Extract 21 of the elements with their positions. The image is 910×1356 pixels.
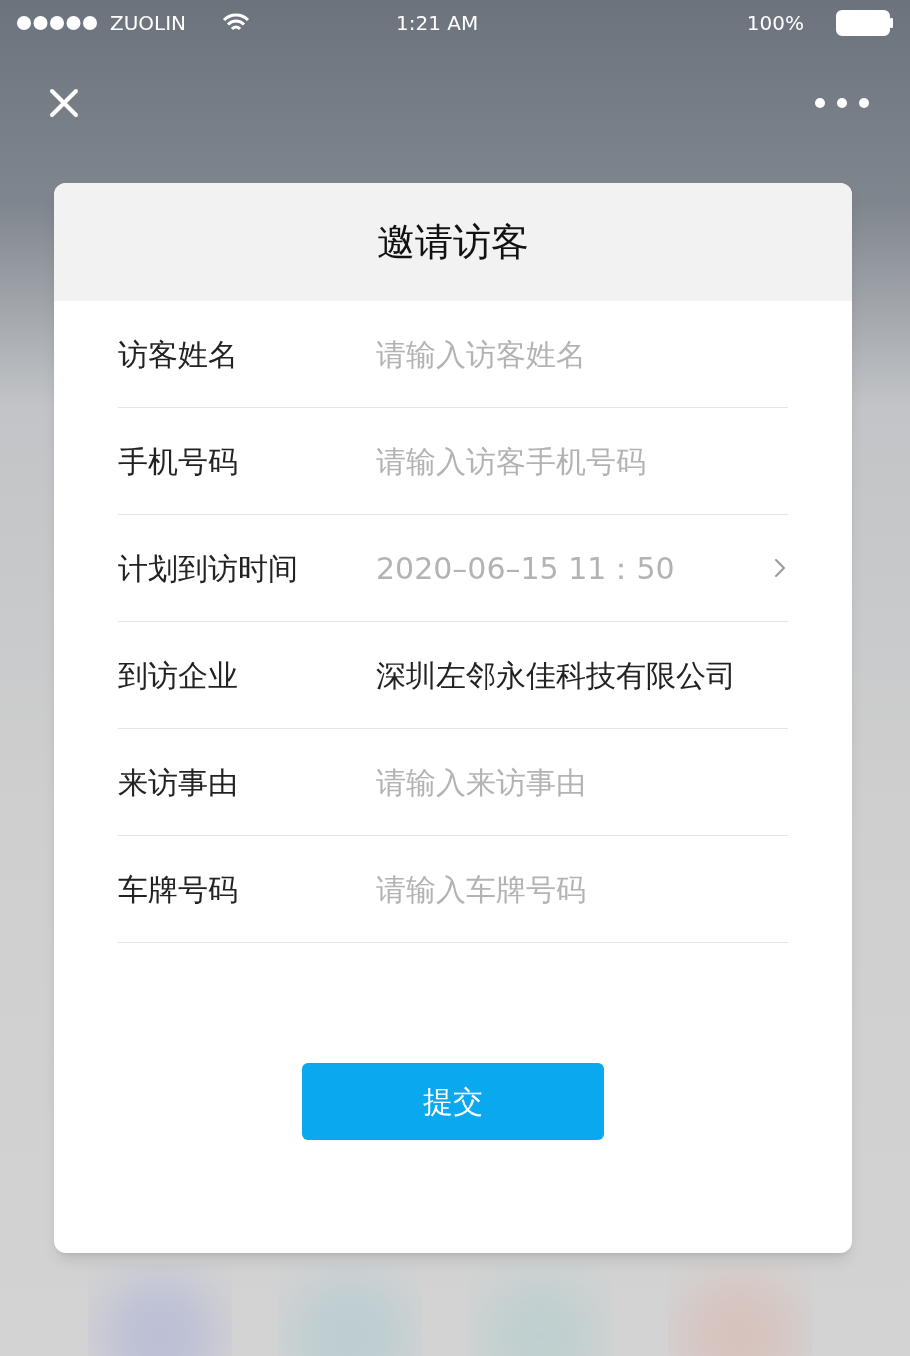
- field-label: 访客姓名: [118, 335, 239, 374]
- date-value: 2020–06–15 11：50: [376, 549, 675, 588]
- clock: 1:21 AM: [396, 9, 480, 37]
- battery-icon: [836, 9, 894, 36]
- date-picker[interactable]: 2020–06–15 11：50: [376, 545, 788, 591]
- text-field[interactable]: 请输入车牌号码: [376, 866, 788, 912]
- field-label: 到访企业: [118, 656, 239, 695]
- field-label: 来访事由: [118, 763, 239, 802]
- field-label: 车牌号码: [118, 870, 239, 909]
- more-icon[interactable]: [814, 96, 870, 109]
- field-label: 计划到访时间: [118, 549, 299, 588]
- company-value: 深圳左邻永佳科技有限公司: [376, 656, 737, 695]
- dialog-title: 邀请访客: [377, 218, 529, 266]
- text-field[interactable]: 请输入访客姓名: [376, 331, 788, 377]
- field-label: 手机号码: [118, 442, 239, 481]
- text-field[interactable]: 请输入来访事由: [376, 759, 788, 805]
- text-field[interactable]: 请输入访客手机号码: [376, 438, 788, 484]
- carrier-name: ZUOLIN: [110, 9, 187, 37]
- submit-button[interactable]: 提交: [302, 1063, 604, 1140]
- signal-icon: [16, 14, 98, 31]
- battery-percent: 100%: [746, 9, 804, 37]
